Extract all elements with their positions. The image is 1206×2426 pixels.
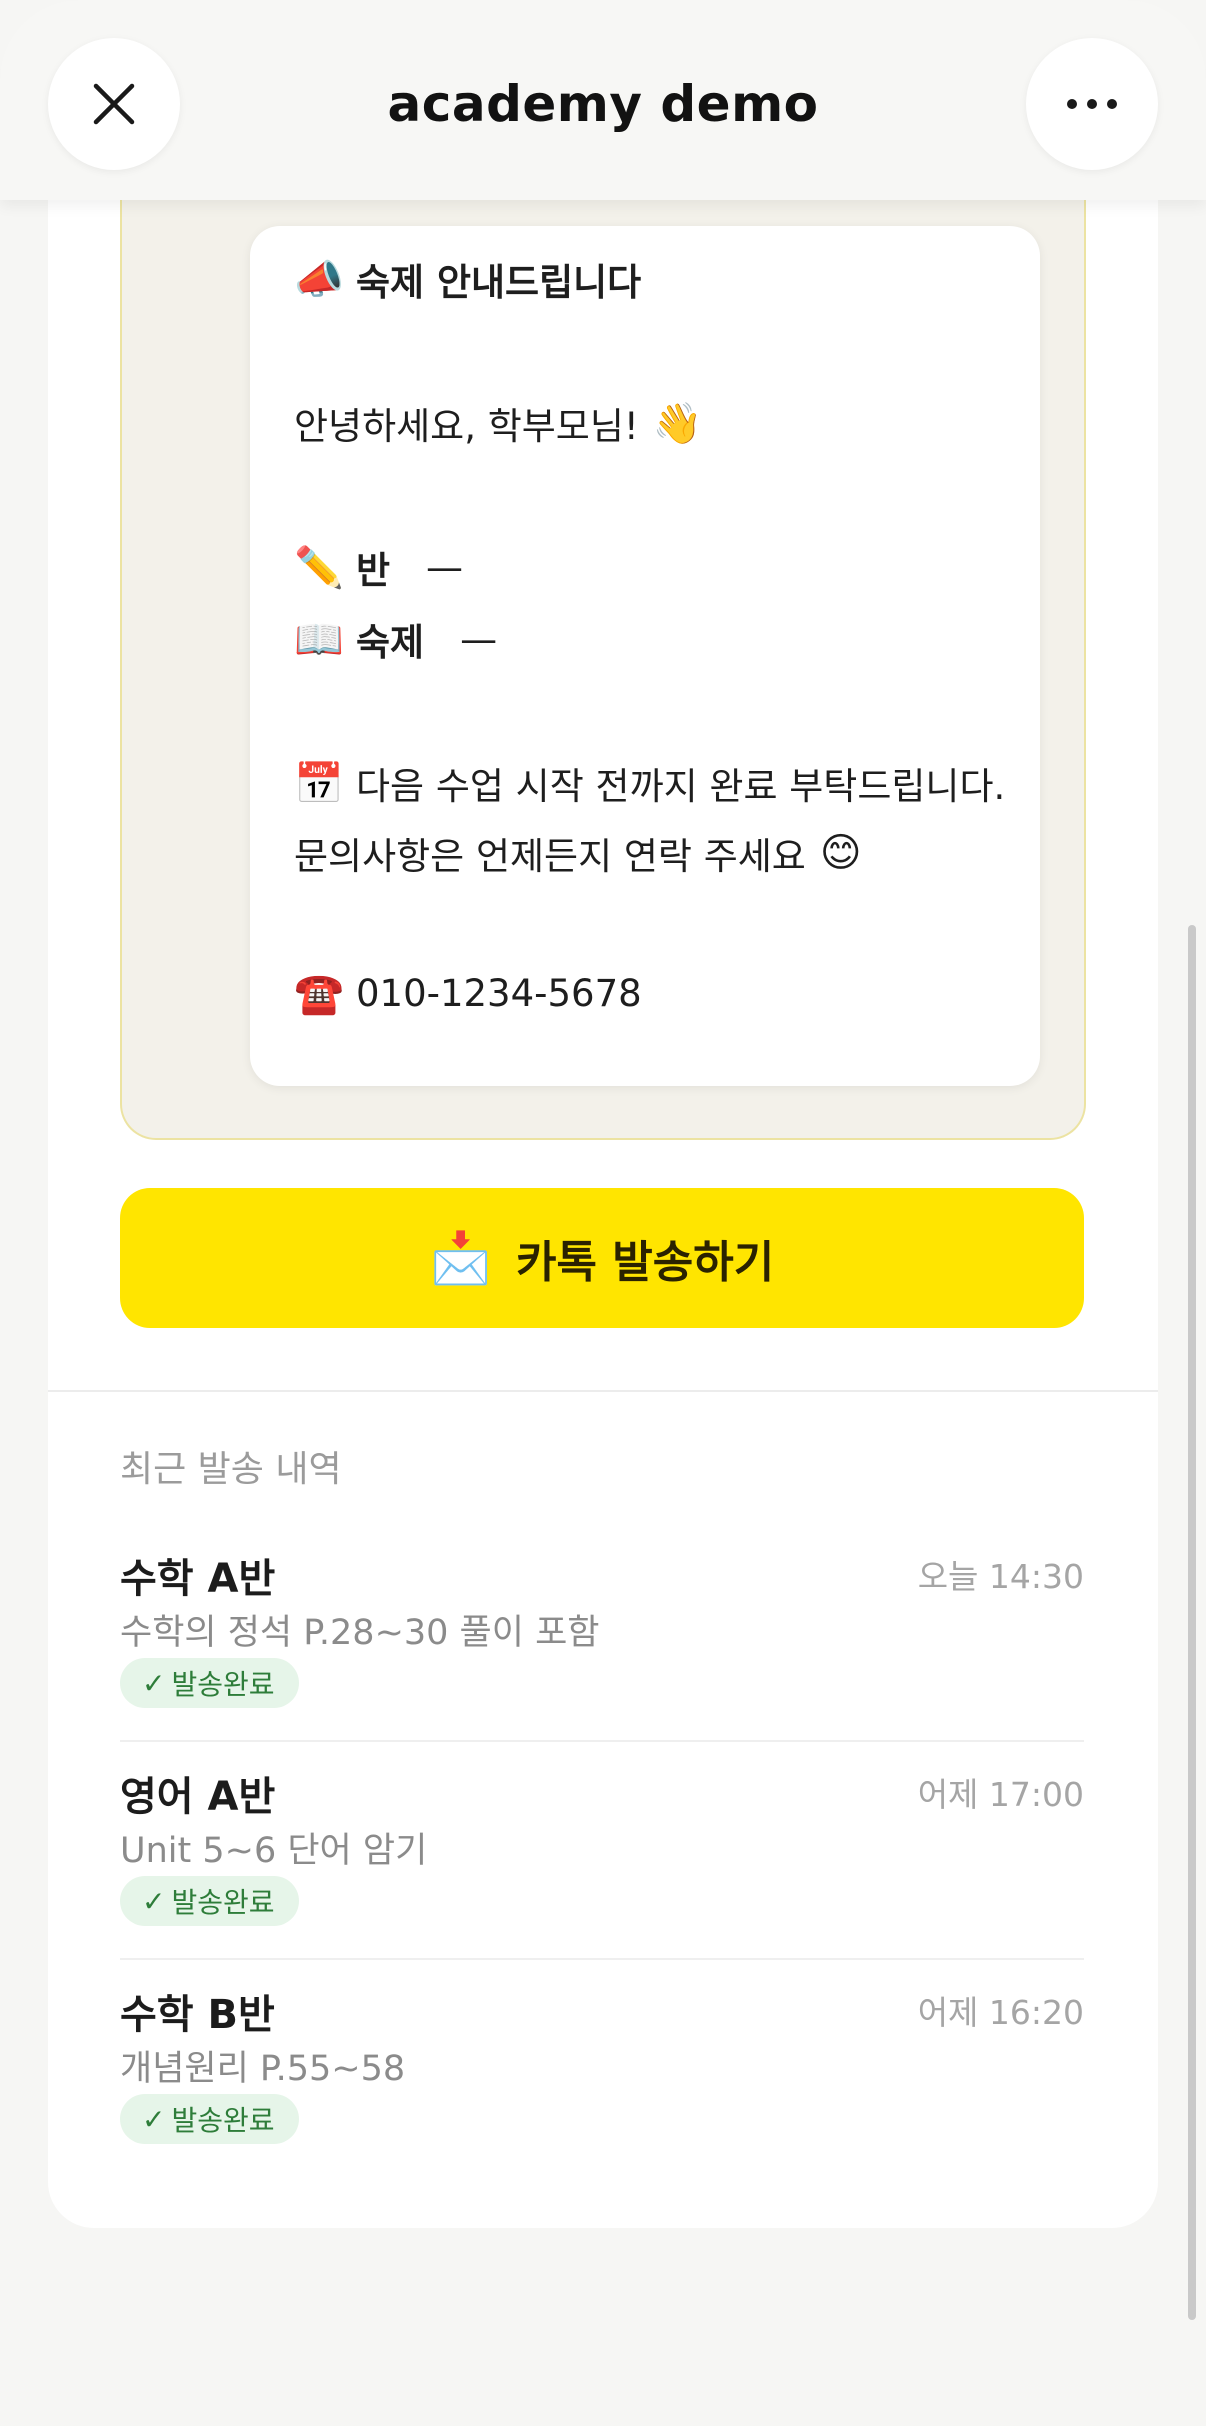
item-separator xyxy=(120,1958,1084,1960)
contact-note-text: 문의사항은 언제든지 연락 주세요 xyxy=(294,835,806,878)
message-title-text: 숙제 안내드립니다 xyxy=(356,261,642,304)
item-separator xyxy=(120,1740,1084,1742)
message-phone-line: ☎️ 010-1234-5678 xyxy=(294,970,642,1017)
message-contact-line: 문의사항은 언제든지 연락 주세요 😊 xyxy=(294,826,862,880)
calendar-icon: 📅 xyxy=(294,760,344,807)
status-badge: ✓ 발송완료 xyxy=(120,1658,299,1708)
history-desc: 수학의 정석 P.28~30 풀이 포함 xyxy=(120,1613,600,1653)
message-title: 📣 숙제 안내드립니다 xyxy=(294,252,641,306)
homework-label: 숙제 xyxy=(356,621,425,664)
history-class: 수학 A반 xyxy=(120,1556,276,1602)
message-bubble: 📣 숙제 안내드립니다 안녕하세요, 학부모님! 👋 ✏️ 반 — 📖 숙제 — xyxy=(250,226,1040,1086)
send-button-label: 카톡 발송하기 xyxy=(516,1237,775,1288)
greeting-text: 안녕하세요, 학부모님! xyxy=(294,405,639,448)
history-desc: 개념원리 P.55~58 xyxy=(120,2049,406,2089)
message-preview-box: 📣 숙제 안내드립니다 안녕하세요, 학부모님! 👋 ✏️ 반 — 📖 숙제 — xyxy=(120,110,1086,1140)
scrollbar[interactable] xyxy=(1188,925,1196,2320)
recent-history-title: 최근 발송 내역 xyxy=(120,1449,342,1490)
history-time: 어제 17:00 xyxy=(917,1775,1084,1814)
more-dots-icon xyxy=(1067,99,1117,109)
megaphone-icon: 📣 xyxy=(294,256,344,303)
status-badge: ✓ 발송완료 xyxy=(120,2094,299,2144)
message-greeting: 안녕하세요, 학부모님! 👋 xyxy=(294,396,703,450)
check-icon: ✓ xyxy=(142,1884,166,1918)
more-options-button[interactable] xyxy=(1026,38,1158,170)
message-deadline-line: 📅 다음 수업 시작 전까지 완료 부탁드립니다. xyxy=(294,756,1005,810)
status-text: 발송완료 xyxy=(171,1886,275,1919)
check-icon: ✓ xyxy=(142,2102,166,2136)
content-sheet: 📣 숙제 안내드립니다 안녕하세요, 학부모님! 👋 ✏️ 반 — 📖 숙제 — xyxy=(48,110,1158,2228)
message-homework-line: 📖 숙제 — xyxy=(294,612,497,666)
history-class: 영어 A반 xyxy=(120,1774,276,1820)
history-item[interactable]: 영어 A반 어제 17:00 Unit 5~6 단어 암기 ✓ 발송완료 xyxy=(120,1744,1084,1960)
smile-icon: 😊 xyxy=(819,830,862,876)
history-time: 오늘 14:30 xyxy=(917,1557,1084,1596)
history-item[interactable]: 수학 B반 어제 16:20 개념원리 P.55~58 ✓ 발송완료 xyxy=(120,1962,1084,2178)
waving-hand-icon: 👋 xyxy=(652,400,703,447)
status-badge: ✓ 발송완료 xyxy=(120,1876,299,1926)
book-icon: 📖 xyxy=(294,616,344,663)
envelope-icon: 📩 xyxy=(429,1228,493,1287)
class-label: 반 xyxy=(356,549,391,592)
app-screen: 📣 숙제 안내드립니다 안녕하세요, 학부모님! 👋 ✏️ 반 — 📖 숙제 — xyxy=(0,0,1206,2426)
check-icon: ✓ xyxy=(142,1666,166,1700)
send-kakao-button[interactable]: 📩 카톡 발송하기 xyxy=(120,1188,1084,1328)
phone-number: 010-1234-5678 xyxy=(356,972,642,1015)
history-desc: Unit 5~6 단어 암기 xyxy=(120,1831,428,1871)
status-text: 발송완료 xyxy=(171,1668,275,1701)
top-bar: academy demo xyxy=(0,0,1206,200)
section-divider xyxy=(48,1390,1158,1392)
telephone-icon: ☎️ xyxy=(294,971,344,1017)
message-class-line: ✏️ 반 — xyxy=(294,540,463,594)
history-item[interactable]: 수학 A반 오늘 14:30 수학의 정석 P.28~30 풀이 포함 ✓ 발송… xyxy=(120,1526,1084,1742)
deadline-text: 다음 수업 시작 전까지 완료 부탁드립니다. xyxy=(356,765,1006,808)
history-time: 어제 16:20 xyxy=(917,1993,1084,2032)
homework-value: — xyxy=(460,617,498,661)
pencil-icon: ✏️ xyxy=(294,544,344,591)
status-text: 발송완료 xyxy=(171,2104,275,2137)
history-class: 수학 B반 xyxy=(120,1992,275,2038)
class-value: — xyxy=(426,545,464,589)
